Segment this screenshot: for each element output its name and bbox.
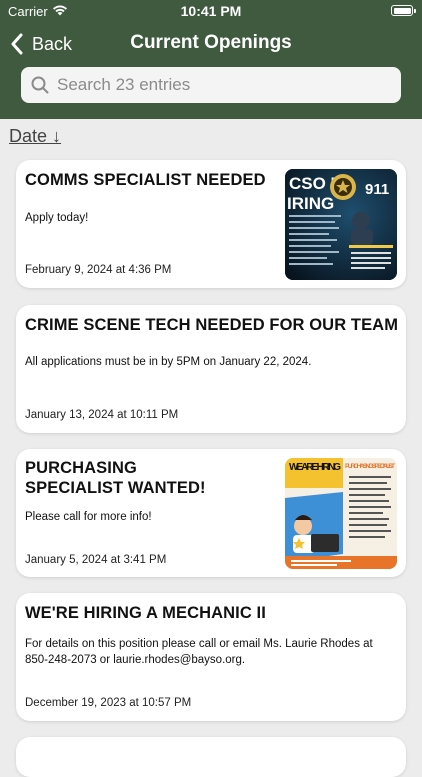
listing-title: COMMS SPECIALIST NEEDED bbox=[25, 171, 266, 189]
listing-card-partial[interactable] bbox=[16, 737, 406, 777]
search-bar[interactable] bbox=[21, 67, 401, 103]
search-icon bbox=[31, 76, 49, 94]
search-input[interactable] bbox=[55, 74, 379, 96]
listing-description-line-2: 850-248-2073 or laurie.rhodes@bayso.org. bbox=[25, 654, 246, 666]
clock: 10:41 PM bbox=[180, 3, 242, 19]
listing-card[interactable]: PURCHASING SPECIALIST WANTED! Please cal… bbox=[16, 449, 406, 577]
listing-title: WE'RE HIRING A MECHANIC II bbox=[25, 604, 266, 622]
listing-image: WE ARE HIRING PURCHASING SPECIALIST bbox=[285, 458, 397, 569]
listing-card[interactable]: WE'RE HIRING A MECHANIC II For details o… bbox=[16, 593, 406, 721]
listing-card[interactable]: CRIME SCENE TECH NEEDED FOR OUR TEAM All… bbox=[16, 305, 406, 433]
purchasing-flyer-image: WE ARE HIRING PURCHASING SPECIALIST bbox=[285, 458, 397, 569]
battery-icon bbox=[391, 5, 416, 16]
listing-title: CRIME SCENE TECH NEEDED FOR OUR TEAM bbox=[25, 316, 399, 334]
listing-image: CSO IS IRING 911 bbox=[285, 169, 397, 280]
listing-card[interactable]: COMMS SPECIALIST NEEDED Apply today! Feb… bbox=[16, 160, 406, 288]
listing-title-line-1: PURCHASING bbox=[25, 459, 137, 477]
comms-flyer-image: CSO IS IRING 911 bbox=[285, 169, 397, 280]
listing-description: Please call for more info! bbox=[25, 511, 152, 523]
flyer-hiring-text: IRING bbox=[287, 194, 334, 213]
flyer-we-are-hiring-text: WE ARE HIRING bbox=[289, 462, 341, 473]
listing-title-line-2: SPECIALIST WANTED! bbox=[25, 479, 206, 497]
sort-by-date-button[interactable]: Date ↓ bbox=[9, 126, 61, 147]
listing-description: Apply today! bbox=[25, 212, 89, 224]
listing-description-line-1: For details on this position please call… bbox=[25, 638, 373, 650]
listing-date: January 13, 2024 at 10:11 PM bbox=[25, 409, 179, 421]
nav-header: Carrier 10:41 PM Back Current Openings bbox=[0, 0, 422, 119]
status-bar: Carrier 10:41 PM bbox=[0, 0, 422, 24]
listing-description: All applications must be in by 5PM on Ja… bbox=[25, 356, 312, 368]
flyer-911-text: 911 bbox=[365, 181, 389, 198]
flyer-role-text: PURCHASING SPECIALIST bbox=[345, 463, 395, 470]
listing-date: February 9, 2024 at 4:36 PM bbox=[25, 264, 172, 276]
listing-date: January 5, 2024 at 3:41 PM bbox=[25, 554, 167, 566]
listing-date: December 19, 2023 at 10:57 PM bbox=[25, 697, 192, 709]
page-title: Current Openings bbox=[130, 32, 292, 53]
